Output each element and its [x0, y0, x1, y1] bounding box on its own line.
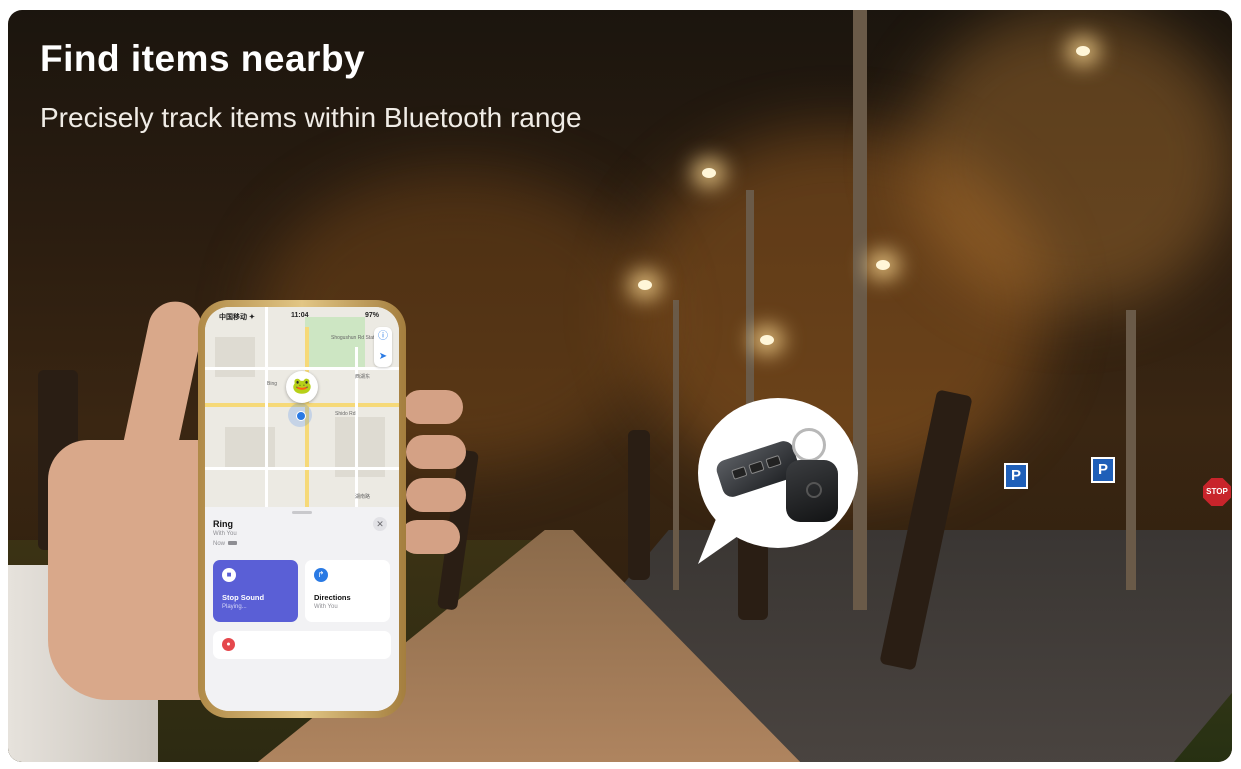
parking-sign: P	[1004, 463, 1028, 489]
battery-label: 97%	[365, 312, 380, 319]
current-location-icon	[288, 403, 312, 427]
finger	[406, 435, 466, 469]
map-label: 西湖东	[355, 374, 371, 380]
map-road	[355, 347, 358, 507]
carrier-label: 中国移动 ✦	[219, 314, 255, 321]
tree-trunk	[628, 430, 650, 580]
item-sheet: Ring With You Now ✕ ■ Stop Sound Playing…	[205, 507, 399, 711]
lamp-post	[1126, 310, 1136, 590]
key-button	[765, 454, 782, 469]
sheet-subtitle: With You	[213, 531, 237, 537]
finger	[403, 390, 463, 424]
map-label: 湖南路	[355, 494, 371, 500]
sheet-time: Now	[213, 541, 238, 547]
street-lamp	[1076, 46, 1090, 56]
stop-icon: ■	[222, 568, 236, 582]
map-road	[205, 367, 399, 370]
directions-arrow-icon: ↱	[314, 568, 328, 582]
sheet-time-label: Now	[213, 541, 226, 547]
stop-sound-button[interactable]: ■ Stop Sound Playing...	[213, 560, 298, 622]
product-banner: P P STOP Find items nearby Precisely tra…	[8, 10, 1232, 762]
headline-title: Find items nearby	[40, 38, 366, 79]
map-block	[215, 337, 255, 377]
map-controls: ⓘ ➤	[374, 327, 392, 367]
directions-label: Directions	[314, 593, 351, 602]
lamp-post	[673, 300, 679, 590]
street-lamp	[760, 335, 774, 345]
lamp-post	[853, 10, 867, 610]
map-road	[265, 307, 268, 507]
headline-subtitle: Precisely track items within Bluetooth r…	[40, 102, 582, 133]
street-lamp	[638, 280, 652, 290]
street-lamp	[702, 168, 716, 178]
directions-button[interactable]: ↱ Directions With You	[305, 560, 390, 622]
battery-icon	[228, 541, 238, 546]
locate-arrow-icon[interactable]: ➤	[374, 347, 392, 367]
map-label: Shido Rd	[335, 411, 356, 417]
sheet-title: Ring	[213, 519, 233, 529]
finger	[406, 478, 466, 512]
stop-sound-label: Stop Sound	[222, 593, 265, 602]
directions-detail: With You	[314, 604, 338, 610]
finger	[400, 520, 460, 554]
light-glow	[908, 10, 1232, 310]
map-road	[205, 467, 399, 470]
frog-tag-icon[interactable]: 🐸	[286, 371, 318, 403]
map-label: Bing	[267, 381, 278, 387]
key-button	[748, 460, 765, 475]
map-view[interactable]: 中国移动 ✦ 11:04 97% Shogushun Rd Station 西湖…	[205, 307, 399, 507]
tracker-button	[806, 482, 822, 498]
stop-sign: STOP	[1203, 478, 1231, 506]
tracker-tag	[786, 460, 838, 522]
close-icon[interactable]: ✕	[373, 517, 387, 531]
clock-label: 11:04	[291, 312, 309, 319]
notification-icon: ●	[222, 638, 235, 651]
notification-row[interactable]: ●	[213, 631, 391, 659]
street-lamp	[876, 260, 890, 270]
sheet-grabber[interactable]	[292, 511, 312, 514]
phone-screen: 中国移动 ✦ 11:04 97% Shogushun Rd Station 西湖…	[205, 307, 399, 711]
parking-sign: P	[1091, 457, 1115, 483]
info-icon[interactable]: ⓘ	[374, 327, 392, 347]
stop-sound-detail: Playing...	[222, 604, 247, 610]
status-bar: 中国移动 ✦ 11:04 97%	[205, 312, 399, 324]
key-ring	[792, 428, 826, 462]
key-button	[731, 466, 748, 480]
